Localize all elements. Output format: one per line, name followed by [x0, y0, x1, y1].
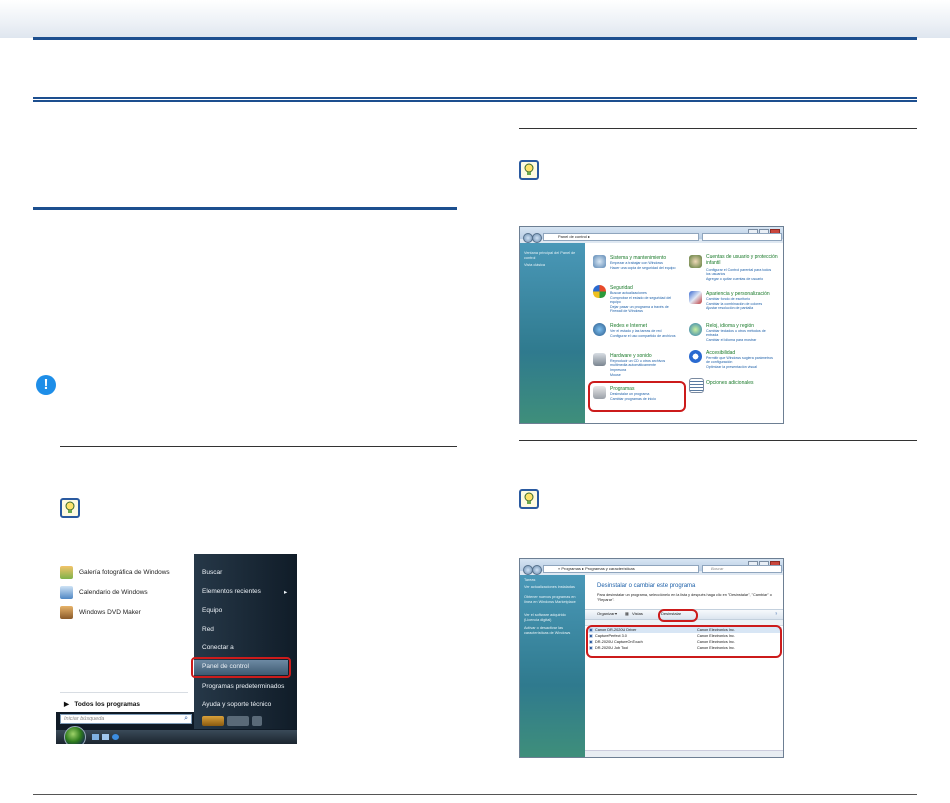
start-search-input[interactable]: Iniciar búsqueda ⌕ — [60, 714, 192, 724]
dvd-maker-icon — [60, 605, 73, 619]
address-bar[interactable]: « Programas ▸ Programas y característica… — [543, 565, 699, 573]
warning-icon: ! — [36, 375, 56, 395]
system-icon — [593, 255, 606, 268]
start-menu-left-pane: Galería fotográfica de Windows Calendari… — [56, 554, 194, 712]
menu-item-red[interactable]: Red — [202, 626, 214, 633]
printer-icon — [593, 353, 606, 366]
hint-icon — [519, 489, 539, 509]
start-menu-screenshot: Galería fotográfica de Windows Calendari… — [56, 554, 297, 744]
page-heading: Desinstalar o cambiar este programa — [597, 583, 696, 589]
start-menu-item[interactable]: Galería fotográfica de Windows — [60, 563, 170, 581]
right-step-rule-2 — [519, 440, 917, 441]
windows-orb-icon[interactable] — [64, 726, 86, 744]
footer-rule — [33, 794, 917, 795]
search-icon: ⌕ — [184, 715, 188, 722]
organize-button[interactable]: Organizar — [597, 611, 615, 617]
tasks-label: Tareas — [524, 578, 536, 582]
lock-button[interactable] — [227, 716, 249, 726]
menu-item-recent[interactable]: Elementos recientes — [202, 588, 261, 595]
help-icon[interactable]: ? — [775, 611, 777, 617]
arrow-right-icon: ▶ — [64, 701, 75, 708]
horizontal-scrollbar[interactable] — [585, 750, 783, 757]
menu-item-equipo[interactable]: Equipo — [202, 607, 222, 614]
appearance-icon — [689, 291, 702, 304]
section-double-rule — [33, 97, 917, 102]
address-bar[interactable]: Panel de control ▸ — [543, 233, 699, 241]
right-step-rule-1 — [519, 128, 917, 129]
menu-item-conectar[interactable]: Conectar a — [202, 644, 234, 651]
sidebar-link[interactable]: Activar o desactivar las características… — [524, 626, 582, 636]
search-input[interactable]: Buscar — [702, 565, 782, 573]
power-button[interactable] — [202, 716, 224, 726]
uninstall-highlight-box — [658, 609, 698, 622]
control-panel-highlight-box — [191, 657, 291, 678]
menu-item-default-programs[interactable]: Programas predeterminados — [202, 683, 284, 690]
forward-button[interactable] — [532, 233, 542, 243]
options-list-icon — [689, 378, 704, 393]
shutdown-options-button[interactable] — [252, 716, 262, 726]
ie-icon[interactable] — [112, 734, 119, 740]
search-input[interactable] — [702, 233, 782, 241]
program-list-highlight-box — [586, 625, 782, 658]
header-rule — [33, 37, 917, 40]
left-step-rule — [60, 446, 457, 447]
network-icon — [593, 323, 606, 336]
accessibility-icon — [689, 350, 702, 363]
quick-launch-icon[interactable] — [92, 734, 99, 740]
sidebar: Ventana principal del Panel de control V… — [520, 243, 585, 423]
sidebar-link[interactable]: Ventana principal del Panel de control — [524, 251, 582, 261]
sidebar-link[interactable]: Vista clásica — [524, 263, 545, 268]
users-icon — [689, 255, 702, 268]
sidebar-link[interactable]: Ver actualizaciones instaladas — [524, 585, 582, 590]
calendar-icon — [60, 585, 73, 599]
photo-gallery-icon — [60, 565, 73, 579]
sidebar-link[interactable]: Ver el software adquirido (Licencia digi… — [524, 613, 582, 623]
arrow-right-icon: ▸ — [284, 589, 288, 596]
forward-button[interactable] — [532, 565, 542, 575]
sidebar: Tareas Ver actualizaciones instaladas Ob… — [520, 575, 585, 757]
chevron-down-icon: ▾ — [615, 611, 618, 616]
views-button[interactable]: Vistas — [632, 611, 643, 617]
globe-clock-icon — [689, 323, 702, 336]
start-menu-item[interactable]: Calendario de Windows — [60, 583, 148, 601]
all-programs-link[interactable]: ▶ Todos los programas — [64, 700, 140, 708]
shield-icon — [593, 285, 606, 298]
menu-item-help[interactable]: Ayuda y soporte técnico — [202, 701, 271, 708]
header-band — [0, 0, 950, 38]
views-icon: ▦ — [625, 611, 629, 616]
menu-item-buscar[interactable]: Buscar — [202, 569, 222, 576]
hint-icon — [519, 160, 539, 180]
taskbar — [56, 726, 297, 744]
start-menu-item[interactable]: Windows DVD Maker — [60, 603, 141, 621]
programs-highlight-box — [588, 381, 686, 412]
sidebar-link[interactable]: Obtener nuevos programas en línea en Win… — [524, 595, 582, 605]
control-panel-window: Panel de control ▸ Ventana principal del… — [519, 226, 784, 424]
divider — [60, 692, 188, 693]
quick-launch-icon[interactable] — [102, 734, 109, 740]
programs-pane: Desinstalar o cambiar este programa Para… — [585, 575, 783, 757]
page-description: Para desinstalar un programa, seleccióne… — [597, 593, 772, 602]
left-section-rule — [33, 207, 457, 210]
hint-icon — [60, 498, 80, 518]
programs-features-window: « Programas ▸ Programas y característica… — [519, 558, 784, 758]
